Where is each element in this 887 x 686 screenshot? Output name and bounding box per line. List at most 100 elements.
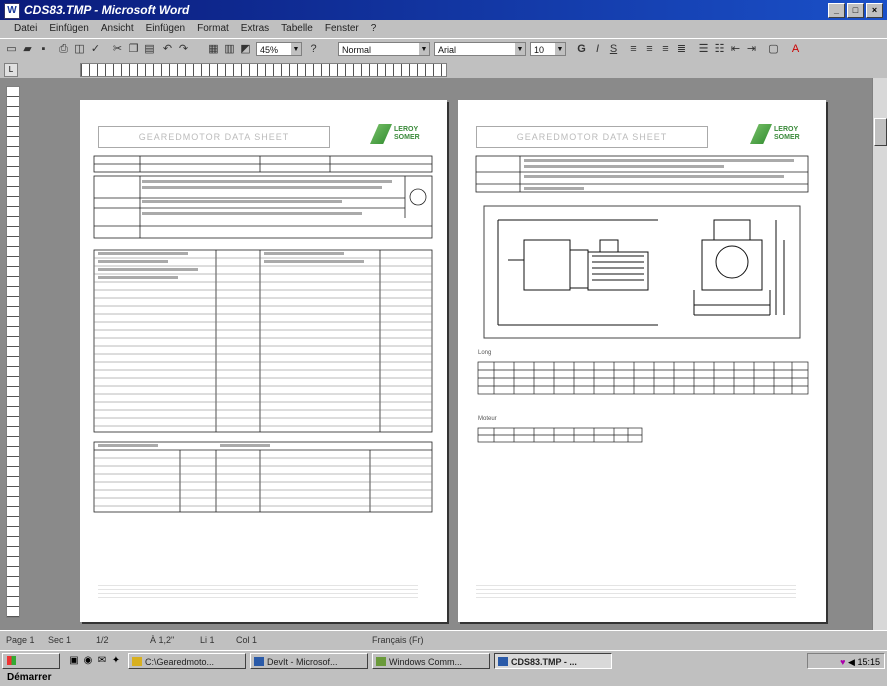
zoom-value: 45% [260,45,279,55]
italic-icon[interactable]: I [590,42,605,56]
taskbar-item-windows-commander[interactable]: Windows Comm... [372,653,490,669]
menu-item-tools[interactable]: Extras [241,20,269,38]
chevron-down-icon: ▼ [555,43,565,55]
status-position: À 1,2" [150,635,175,645]
zoom-select[interactable]: 45% ▼ [256,42,302,56]
start-button[interactable]: Démarrer [2,653,60,683]
status-page-count: 1/2 [96,635,109,645]
table-icon[interactable]: ▦ [206,42,221,56]
menu-item-insert[interactable]: Einfügen [146,20,185,38]
close-button[interactable]: × [866,3,883,18]
toolbar: ▭ ▰ ▪ ⎙ ◫ ✓ ✂ ❐ ▤ ↶ ↷ ▦ ▥ ◩ 45% ▼ ? Norm… [0,38,887,62]
menu-item-file[interactable]: Datei [14,20,37,38]
horizontal-ruler-row: L [0,61,887,77]
underline-icon[interactable]: S [606,42,621,56]
maximize-button[interactable]: □ [847,3,864,18]
status-section: Sec 1 [48,635,72,645]
new-document-icon[interactable]: ▭ [4,42,19,56]
print-preview-icon[interactable]: ◫ [72,42,87,56]
align-left-icon[interactable]: ≡ [626,42,641,56]
menu-item-edit[interactable]: Einfügen [49,20,88,38]
font-size-value: 10 [534,45,545,55]
save-icon[interactable]: ▪ [36,42,51,56]
tab-selector-icon[interactable]: L [4,63,18,77]
task-label: CDS83.TMP - ... [511,657,577,667]
status-page: Page 1 [6,635,35,645]
status-language: Français (Fr) [372,635,424,645]
taskbar-item-word-devit[interactable]: DevIt - Microsof... [250,653,368,669]
mail-quicklaunch-icon[interactable]: ✉ [96,655,108,667]
minimize-button[interactable]: _ [828,3,845,18]
page-1-footer [98,582,418,598]
document-page-1[interactable]: GEAREDMOTOR DATA SHEET LEROY SOMER [80,100,447,622]
vertical-ruler[interactable] [6,86,20,618]
align-right-icon[interactable]: ≡ [658,42,673,56]
help-icon[interactable]: ? [306,42,321,56]
channels-quicklaunch-icon[interactable]: ✦ [110,655,122,667]
vertical-scrollbar[interactable] [872,78,887,630]
status-column: Col 1 [236,635,258,645]
undo-icon[interactable]: ↶ [160,42,175,56]
columns-icon[interactable]: ▥ [222,42,237,56]
style-value: Normal [342,45,372,55]
windows-logo-icon [7,656,16,665]
cut-icon[interactable]: ✂ [110,42,125,56]
tray-app-icon[interactable]: ♥ [840,657,845,667]
status-bar: Page 1 Sec 1 1/2 À 1,2" Li 1 Col 1 Franç… [0,630,887,650]
task-label: DevIt - Microsof... [267,657,338,667]
clock[interactable]: 15:15 [857,657,880,667]
menu-item-table[interactable]: Tabelle [281,20,313,38]
chevron-down-icon: ▼ [419,43,429,55]
bullet-list-icon[interactable]: ☷ [712,42,727,56]
font-size-select[interactable]: 10 ▼ [530,42,566,56]
page-2-footer [476,582,796,598]
numbered-list-icon[interactable]: ☰ [696,42,711,56]
open-folder-icon[interactable]: ▰ [20,42,35,56]
commander-icon [376,657,386,666]
border-icon[interactable]: ▢ [766,42,781,56]
desktop-quicklaunch-icon[interactable]: ▣ [68,655,80,667]
document-workspace: GEAREDMOTOR DATA SHEET LEROY SOMER GEARE… [0,78,887,630]
align-center-icon[interactable]: ≡ [642,42,657,56]
page-2-content: Long Moteur [475,155,809,443]
redo-icon[interactable]: ↷ [176,42,191,56]
bold-icon[interactable]: G [574,42,589,56]
print-icon[interactable]: ⎙ [56,42,71,56]
folder-icon [132,657,142,666]
speaker-icon[interactable]: ◀ [848,657,855,667]
decrease-indent-icon[interactable]: ⇤ [728,42,743,56]
window-controls: _ □ × [828,3,883,18]
style-select[interactable]: Normal ▼ [338,42,430,56]
font-value: Arial [438,45,457,55]
drawing-icon[interactable]: ◩ [238,42,253,56]
task-label: C:\Gearedmoto... [145,657,215,667]
browser-quicklaunch-icon[interactable]: ◉ [82,655,94,667]
copy-icon[interactable]: ❐ [126,42,141,56]
menu-item-format[interactable]: Format [197,20,229,38]
word-icon [498,657,508,666]
page-1-content [93,155,433,513]
word-app-icon[interactable]: W [4,3,20,19]
justify-icon[interactable]: ≣ [674,42,689,56]
spellcheck-icon[interactable]: ✓ [88,42,103,56]
scrollbar-thumb[interactable] [874,118,887,146]
increase-indent-icon[interactable]: ⇥ [744,42,759,56]
paste-icon[interactable]: ▤ [142,42,157,56]
document-page-2[interactable]: GEAREDMOTOR DATA SHEET LEROY SOMER Long … [458,100,826,622]
horizontal-ruler[interactable] [80,63,447,77]
system-tray: ♥ ◀ 15:15 [807,653,885,669]
menu-item-help[interactable]: ? [371,20,377,38]
font-select[interactable]: Arial ▼ [434,42,526,56]
taskbar-item-explorer[interactable]: C:\Gearedmoto... [128,653,246,669]
window-title: CDS83.TMP - Microsoft Word [24,3,190,17]
menu-item-window[interactable]: Fenster [325,20,359,38]
title-bar: W CDS83.TMP - Microsoft Word _ □ × [0,0,887,20]
word-icon [254,657,264,666]
taskbar-item-word-active[interactable]: CDS83.TMP - ... [494,653,612,669]
task-label: Windows Comm... [389,657,463,667]
menu-item-view[interactable]: Ansicht [101,20,134,38]
page-2-table-2-title: Moteur [478,416,497,422]
windows-taskbar: Démarrer ▣ ◉ ✉ ✦ C:\Gearedmoto... DevIt … [0,650,887,683]
menu-bar: Datei Einfügen Ansicht Einfügen Format E… [0,20,887,38]
font-color-icon[interactable]: A [788,42,803,56]
